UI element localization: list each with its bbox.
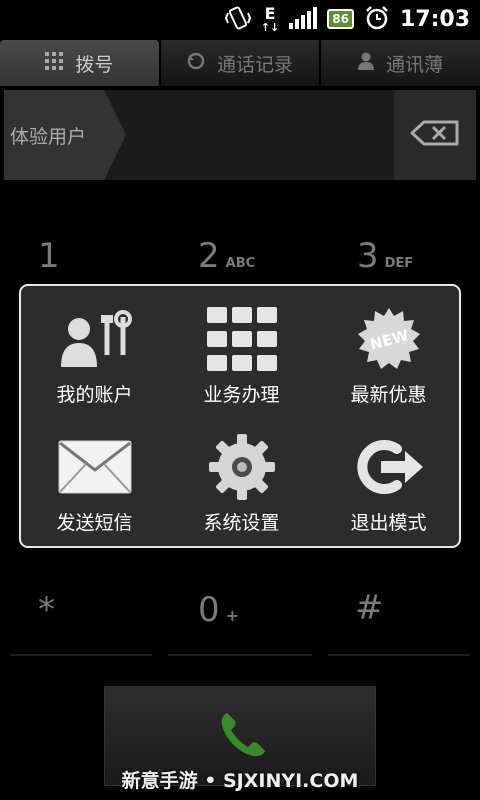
number-input-row: 体验用户 [4,90,476,180]
menu-item-system-settings[interactable]: 系统设置 [168,414,315,542]
keypad-icon [45,52,64,74]
menu-item-exit-mode[interactable]: 退出模式 [315,414,462,542]
key-digit: 1 [38,236,60,276]
key-1[interactable]: 1 [38,236,60,276]
key-digit: 3 [357,236,379,276]
menu-item-label: 发送短信 [56,512,133,534]
key-letters: ABC [225,256,256,271]
grid-icon [202,304,282,374]
backspace-icon [410,120,460,150]
divider [168,654,312,656]
menu-item-label: 退出模式 [350,512,427,534]
new-badge-icon: NEW [349,304,429,374]
battery-icon: 86 [327,9,354,29]
key-hash[interactable]: # [355,588,384,628]
key-digit: 0 [198,590,220,630]
key-0[interactable]: 0 + [198,590,239,630]
key-letters: + [225,606,240,625]
menu-item-label: 业务办理 [203,384,280,406]
backspace-button[interactable] [394,90,476,180]
tab-dialer[interactable]: 拨号 [0,40,159,86]
options-menu: 我的账户 业务办理 NEW 最新优惠 发送短信 系统设置 退出模式 [19,284,461,548]
key-digit: # [355,588,384,628]
vibrate-icon [224,5,251,34]
menu-item-my-account[interactable]: 我的账户 [21,286,168,414]
data-arrows-icon: E ↑↓ [260,3,280,34]
key-2[interactable]: 2 ABC [198,236,255,276]
tab-bar: 拨号 通话记录 通讯薄 [0,40,480,86]
divider [328,654,470,656]
alarm-icon [364,5,390,34]
menu-item-label: 系统设置 [203,512,280,534]
key-digit: * [38,590,55,630]
contact-icon [358,52,375,74]
key-digit: 2 [198,236,220,276]
user-mode-label: 体验用户 [4,90,126,180]
tab-label: 通讯薄 [386,53,444,76]
menu-item-latest-offers[interactable]: NEW 最新优惠 [315,286,462,414]
divider [10,654,152,656]
key-letters: DEF [384,256,414,271]
menu-item-label: 最新优惠 [350,384,427,406]
menu-item-send-sms[interactable]: 发送短信 [21,414,168,542]
clock: 17:03 [399,6,470,32]
watermark: 新意手游 • SJXINYI.COM [121,770,359,792]
account-settings-icon [55,304,135,374]
signal-icon [289,7,318,29]
key-3[interactable]: 3 DEF [357,236,413,276]
phone-icon [213,705,273,769]
envelope-icon [55,432,135,502]
call-log-icon [187,52,205,74]
menu-item-label: 我的账户 [56,384,133,406]
exit-icon [349,432,429,502]
gear-icon [202,432,282,502]
tab-label: 通话记录 [217,53,294,76]
tab-contacts[interactable]: 通讯薄 [321,40,480,86]
status-bar: E ↑↓ 86 17:03 [0,0,480,38]
tab-call-log[interactable]: 通话记录 [160,40,320,86]
menu-item-services[interactable]: 业务办理 [168,286,315,414]
tab-label: 拨号 [75,53,114,76]
key-star[interactable]: * [38,590,55,630]
